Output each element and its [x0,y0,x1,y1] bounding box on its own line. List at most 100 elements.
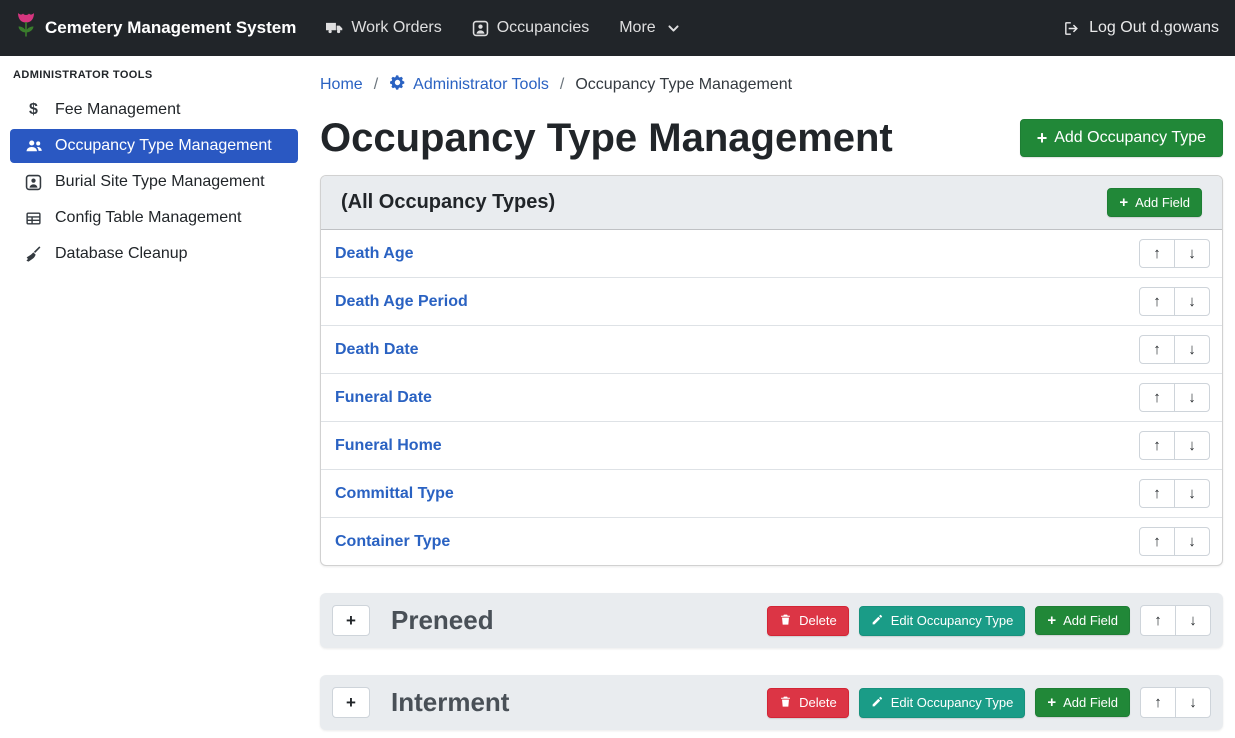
move-up-button[interactable]: ↑ [1139,527,1175,556]
move-up-button[interactable]: ↑ [1139,287,1175,316]
section-title: Preneed [391,605,494,636]
tulip-logo-icon [16,12,36,44]
nav-item-more[interactable]: More [619,19,679,37]
sidebar-item-burial-site-type-management[interactable]: Burial Site Type Management [10,165,298,199]
add-field-label: Add Field [1063,613,1118,628]
add-field-label: Add Field [1063,695,1118,710]
move-down-button[interactable]: ↓ [1174,527,1210,556]
reorder-buttons: ↑↓ [1139,527,1210,556]
sidebar: ADMINISTRATOR TOOLS $Fee ManagementOccup… [0,56,308,738]
sidebar-item-label: Config Table Management [55,209,242,227]
field-link-committal-type[interactable]: Committal Type [335,485,454,503]
reorder-buttons: ↑↓ [1139,335,1210,364]
field-row: Committal Type ↑↓ [321,469,1222,517]
sidebar-item-fee-management[interactable]: $ Fee Management [10,93,298,127]
card-title: (All Occupancy Types) [341,191,555,214]
edit-occupancy-type-button[interactable]: Edit Occupancy Type [859,688,1026,718]
logout-label: Log Out d.gowans [1089,19,1219,37]
field-link-death-age[interactable]: Death Age [335,245,414,263]
move-down-button[interactable]: ↓ [1175,687,1211,718]
breadcrumb-admin-tools-link[interactable]: Administrator Tools [389,74,549,96]
sidebar-item-occupancy-type-management[interactable]: Occupancy Type Management [10,129,298,163]
nav-item-occupancies[interactable]: Occupancies [472,19,590,37]
logout-link[interactable]: Log Out d.gowans [1063,19,1219,37]
move-down-button[interactable]: ↓ [1174,431,1210,460]
field-link-container-type[interactable]: Container Type [335,533,450,551]
add-field-label: Add Field [1135,195,1190,210]
pencil-icon [871,613,884,629]
add-field-button[interactable]: + Add Field [1107,188,1202,217]
occupancy-frame-icon [472,20,489,37]
move-down-button[interactable]: ↓ [1174,335,1210,364]
breadcrumb-separator: / [374,76,378,94]
brand-title: Cemetery Management System [45,18,296,38]
main-content: Home / Administrator Tools / Occupancy T… [308,56,1235,738]
brand-link[interactable]: Cemetery Management System [16,12,296,44]
reorder-buttons: ↑↓ [1139,431,1210,460]
reorder-buttons: ↑↓ [1139,239,1210,268]
add-field-button[interactable]: + Add Field [1035,606,1130,635]
edit-occupancy-type-button[interactable]: Edit Occupancy Type [859,606,1026,636]
logout-icon [1063,20,1080,37]
sidebar-item-label: Fee Management [55,101,180,119]
sidebar-item-label: Occupancy Type Management [55,137,272,155]
sidebar-item-config-table-management[interactable]: Config Table Management [10,201,298,235]
move-up-button[interactable]: ↑ [1139,239,1175,268]
field-link-death-date[interactable]: Death Date [335,341,419,359]
top-navbar: Cemetery Management System Work Orders Oc… [0,0,1235,56]
move-up-button[interactable]: ↑ [1139,335,1175,364]
plus-icon: + [1119,195,1128,210]
table-icon [23,210,44,227]
section-preneed: + Preneed Delete Edit Occupancy Type + Add Fi… [320,593,1223,648]
move-up-button[interactable]: ↑ [1139,479,1175,508]
broom-icon [23,246,44,263]
add-occupancy-type-button[interactable]: + Add Occupancy Type [1020,119,1223,157]
move-down-button[interactable]: ↓ [1174,383,1210,412]
field-link-funeral-date[interactable]: Funeral Date [335,389,432,407]
field-row: Death Date ↑↓ [321,325,1222,373]
chevron-down-icon [667,22,680,35]
breadcrumb-home-label: Home [320,76,363,94]
field-link-death-age-period[interactable]: Death Age Period [335,293,468,311]
expand-button[interactable]: + [332,687,370,718]
occupancy-type-sections: + Preneed Delete Edit Occupancy Type + Add Fi… [320,593,1223,730]
trash-icon [779,613,792,629]
move-down-button[interactable]: ↓ [1175,605,1211,636]
move-down-button[interactable]: ↓ [1174,479,1210,508]
delete-button[interactable]: Delete [767,606,849,636]
move-up-button[interactable]: ↑ [1140,687,1176,718]
expand-button[interactable]: + [332,605,370,636]
field-row: Funeral Home ↑↓ [321,421,1222,469]
card-header: (All Occupancy Types) + Add Field [321,176,1222,230]
main-nav: Work Orders Occupancies More [296,19,679,37]
move-up-button[interactable]: ↑ [1140,605,1176,636]
add-field-button[interactable]: + Add Field [1035,688,1130,717]
edit-label: Edit Occupancy Type [891,695,1014,710]
section-actions: Delete Edit Occupancy Type + Add Field ↑↓ [767,605,1211,636]
move-down-button[interactable]: ↓ [1174,287,1210,316]
nav-item-label: Work Orders [351,19,441,37]
breadcrumb: Home / Administrator Tools / Occupancy T… [320,72,1223,108]
breadcrumb-home-link[interactable]: Home [320,76,363,94]
nav-item-label: Occupancies [497,19,590,37]
sidebar-item-label: Burial Site Type Management [55,173,265,191]
sidebar-nav: $ Fee Management Occupancy Type Management… [0,93,308,271]
move-up-button[interactable]: ↑ [1139,431,1175,460]
plus-icon: + [1047,613,1056,628]
plus-icon: + [1037,129,1048,147]
delete-button[interactable]: Delete [767,688,849,718]
nav-item-work-orders[interactable]: Work Orders [326,19,441,37]
plus-icon: + [1047,695,1056,710]
reorder-buttons: ↑↓ [1139,383,1210,412]
field-link-funeral-home[interactable]: Funeral Home [335,437,442,455]
pencil-icon [871,695,884,711]
breadcrumb-current: Occupancy Type Management [575,76,792,94]
section-actions: Delete Edit Occupancy Type + Add Field ↑↓ [767,687,1211,718]
move-up-button[interactable]: ↑ [1139,383,1175,412]
gear-icon [389,74,406,96]
reorder-buttons: ↑↓ [1140,605,1211,636]
dollar-icon: $ [23,101,44,119]
title-row: Occupancy Type Management + Add Occupanc… [320,114,1223,162]
move-down-button[interactable]: ↓ [1174,239,1210,268]
sidebar-item-database-cleanup[interactable]: Database Cleanup [10,237,298,271]
